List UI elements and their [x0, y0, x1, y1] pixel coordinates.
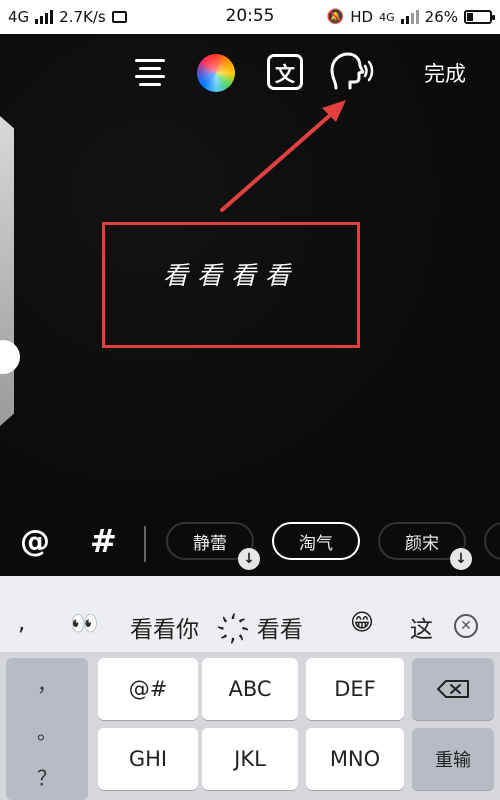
battery-percent: 26% [424, 8, 458, 26]
key-jkl[interactable]: JKL [202, 728, 298, 790]
mute-bell-icon: 🔕 [326, 9, 345, 25]
font-chip-label: 颜宋 [405, 533, 439, 554]
reinput-key[interactable]: 重输 [412, 728, 494, 790]
candidate-item[interactable]: 👀 [70, 610, 99, 637]
punct-key[interactable]: 。 [6, 716, 88, 745]
network-type-2: 4G [379, 10, 395, 24]
backspace-icon [437, 680, 469, 698]
download-icon[interactable]: ↓ [450, 548, 472, 570]
ime-keyboard: , 👀 看看你 ҉ 看看 😁 这 ✕ ， 。 ？ @# ABC DEF GHI … [0, 576, 500, 800]
backspace-key[interactable] [412, 658, 494, 720]
candidate-item[interactable]: 这 [410, 610, 433, 644]
punct-key[interactable]: ？ [6, 762, 88, 791]
status-right: 🔕 HD 4G 26% [326, 8, 495, 26]
editor-canvas[interactable]: 文 完成 看看看看 @ # 静蕾 ↓ 淘气 颜宋 ↓ [0, 34, 500, 576]
mention-button[interactable]: @ [20, 524, 50, 559]
font-chip-taoqi[interactable]: 淘气 [272, 522, 360, 560]
close-icon[interactable]: ✕ [454, 614, 478, 638]
font-chip-label: 淘气 [299, 533, 333, 554]
candidate-bar: , 👀 看看你 ҉ 看看 😁 这 ✕ [0, 576, 500, 652]
punctuation-column[interactable]: ， 。 ？ [6, 658, 88, 800]
font-selector-row: @ # 静蕾 ↓ 淘气 颜宋 ↓ [0, 518, 500, 570]
key-abc[interactable]: ABC [202, 658, 298, 720]
candidate-item[interactable]: 😁 [350, 610, 374, 636]
caption-text[interactable]: 看看看看 [102, 256, 360, 292]
key-def[interactable]: DEF [306, 658, 404, 720]
candidate-item[interactable]: ҉ 看看 [240, 610, 303, 644]
key-mno[interactable]: MNO [306, 728, 404, 790]
font-chip-partial[interactable] [484, 522, 500, 560]
candidate-item[interactable]: 看看你 [130, 610, 199, 644]
key-symbols[interactable]: @# [98, 658, 198, 720]
signal-icon-2 [400, 10, 419, 24]
key-ghi[interactable]: GHI [98, 728, 198, 790]
hashtag-button[interactable]: # [90, 522, 117, 560]
hd-label: HD [350, 8, 374, 26]
candidate-item[interactable]: , [18, 610, 25, 636]
font-chip-label: 静蕾 [193, 533, 227, 554]
battery-icon [464, 10, 495, 24]
punct-key[interactable]: ， [6, 668, 88, 697]
download-icon[interactable]: ↓ [238, 548, 260, 570]
status-bar: 4G 2.7K/s 20:55 🔕 HD 4G 26% [0, 0, 500, 34]
divider [144, 526, 146, 562]
